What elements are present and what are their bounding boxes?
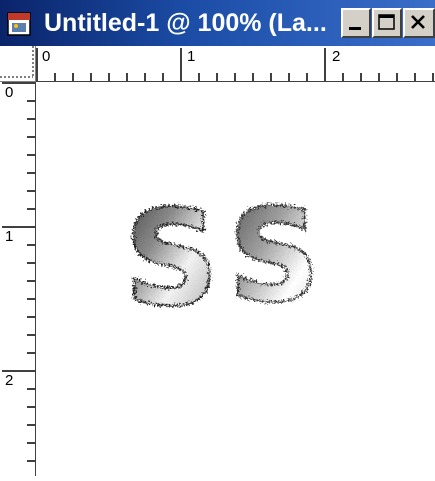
maximize-icon: [378, 14, 395, 30]
ruler-label-0: 0: [42, 48, 51, 65]
ruler-label-1: 1: [187, 48, 196, 65]
ruler-label-2-v: 2: [5, 372, 14, 389]
ruler-origin-crosshair: [0, 46, 34, 78]
minimize-icon: [349, 27, 361, 30]
close-icon: [411, 15, 425, 29]
ruler-origin[interactable]: [0, 46, 36, 82]
vertical-ruler-ticks: [2, 82, 35, 462]
minimize-button[interactable]: [341, 8, 371, 38]
title-bar[interactable]: Untitled-1 @ 100% (La...: [0, 0, 435, 46]
ruler-label-2: 2: [332, 48, 341, 65]
close-button[interactable]: [403, 8, 435, 38]
artwork-letter-s-2: S: [228, 182, 320, 331]
ruler-label-0-v: 0: [5, 84, 14, 101]
ruler-label-1-v: 1: [5, 228, 14, 245]
ss-artwork: S S: [123, 181, 321, 337]
document-canvas[interactable]: S S: [36, 82, 435, 476]
artwork-letter-s-1: S: [124, 182, 219, 336]
horizontal-ruler-ticks: [36, 48, 434, 81]
maximize-button[interactable]: [372, 8, 402, 38]
vertical-ruler[interactable]: 0 1 2: [0, 82, 36, 476]
window-title: Untitled-1 @ 100% (La...: [44, 9, 327, 37]
horizontal-ruler[interactable]: 0 1 2: [36, 46, 435, 82]
document-window: Untitled-1 @ 100% (La... 0 1 2 0 1 2 S S: [0, 0, 435, 476]
photoshop-document-icon[interactable]: [6, 10, 34, 38]
